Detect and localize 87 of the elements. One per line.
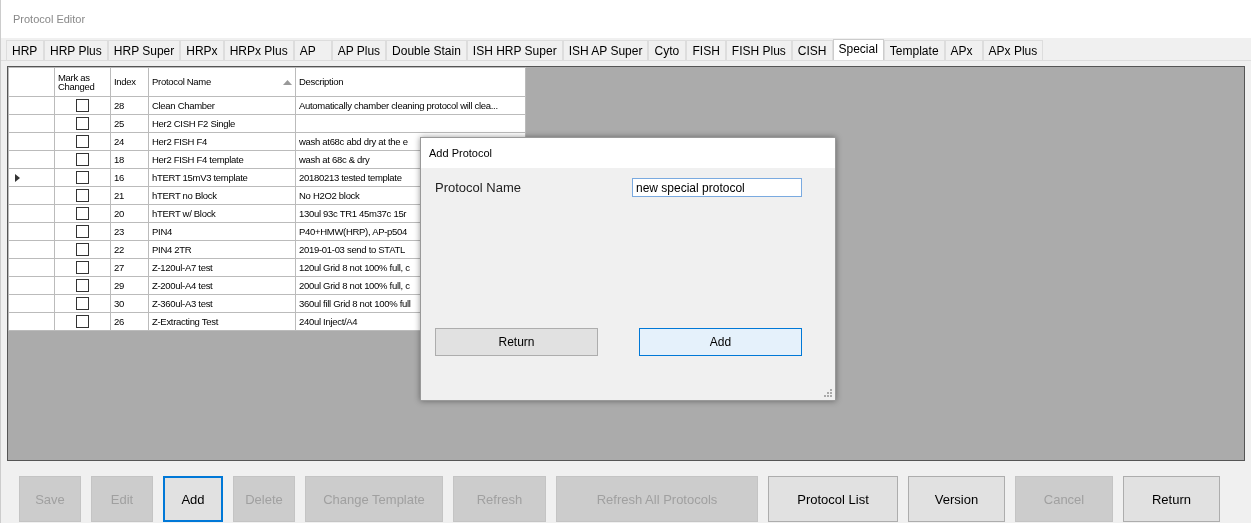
- tab[interactable]: ISH HRP Super: [466, 40, 563, 60]
- toolbar-button[interactable]: Return: [1123, 476, 1220, 522]
- table-cell: No H2O2 block: [299, 190, 360, 201]
- table-cell: 16: [110, 168, 149, 187]
- table-cell: 130ul 93c TR1 45m37c 15r: [299, 208, 407, 219]
- checkbox[interactable]: [76, 315, 89, 328]
- checkbox[interactable]: [76, 135, 89, 148]
- column-header[interactable]: Description: [295, 67, 526, 97]
- table-cell: 360ul fill Grid 8 not 100% full: [299, 298, 411, 309]
- table-cell: hTERT no Block: [148, 186, 296, 205]
- tab[interactable]: ISH AP Super: [562, 40, 649, 60]
- table-cell: Her2 FISH F4: [148, 132, 296, 151]
- tab[interactable]: CISH: [791, 40, 833, 60]
- table-cell: 2019-01-03 send to STATL: [299, 244, 405, 255]
- table-cell: PIN4 2TR: [148, 240, 296, 259]
- column-header[interactable]: Index: [110, 67, 149, 97]
- checkbox[interactable]: [76, 261, 89, 274]
- table-cell: 240ul Inject/A4: [299, 316, 358, 327]
- tab[interactable]: AP: [293, 40, 332, 60]
- tab[interactable]: HRPx: [180, 40, 224, 60]
- table-cell: Her2 FISH F4 template: [148, 150, 296, 169]
- table-cell: Automatically chamber cleaning protocol will clea...: [299, 100, 498, 111]
- table-cell: 20180213 tested template: [299, 172, 402, 183]
- table-cell: P40+HMW(HRP), AP-p504: [299, 226, 407, 237]
- field-label: Protocol Name: [435, 180, 521, 195]
- table-cell: 27: [110, 258, 149, 277]
- tab[interactable]: FISH: [686, 40, 726, 60]
- table-cell: Z-120ul-A7 test: [148, 258, 296, 277]
- row-header[interactable]: [8, 168, 55, 187]
- table-cell: 28: [110, 96, 149, 115]
- dialog-title: Add Protocol: [429, 147, 492, 159]
- resize-grip-icon: [824, 389, 832, 397]
- dialog-button[interactable]: Add: [639, 328, 802, 356]
- checkbox[interactable]: [76, 117, 89, 130]
- table-cell: wash at 68c & dry: [299, 154, 370, 165]
- tab[interactable]: HRP Plus: [44, 40, 108, 60]
- table-cell: PIN4: [148, 222, 296, 241]
- tab[interactable]: FISH Plus: [725, 40, 792, 60]
- table-cell: 21: [110, 186, 149, 205]
- table-cell: Z-200ul-A4 test: [148, 276, 296, 295]
- checkbox[interactable]: [76, 207, 89, 220]
- tab[interactable]: Template: [883, 40, 945, 60]
- table-cell: hTERT w/ Block: [148, 204, 296, 223]
- column-header[interactable]: Protocol Name: [148, 67, 296, 97]
- table-cell: Z-360ul-A3 test: [148, 294, 296, 313]
- checkbox[interactable]: [76, 171, 89, 184]
- tab[interactable]: HRPx Plus: [223, 40, 294, 60]
- tab[interactable]: APx Plus: [982, 40, 1044, 60]
- table-cell: Z-Extracting Test: [148, 312, 296, 331]
- table-cell: 18: [110, 150, 149, 169]
- checkbox[interactable]: [76, 225, 89, 238]
- toolbar-button[interactable]: Add: [163, 476, 223, 522]
- tab[interactable]: APx: [944, 40, 983, 60]
- checkbox[interactable]: [76, 153, 89, 166]
- table-cell: hTERT 15mV3 template: [148, 168, 296, 187]
- table-cell: 22: [110, 240, 149, 259]
- checkbox[interactable]: [76, 243, 89, 256]
- checkbox[interactable]: [76, 189, 89, 202]
- table-cell: 20: [110, 204, 149, 223]
- table-cell: wash at68c abd dry at the e: [299, 136, 408, 147]
- tab[interactable]: HRP Super: [107, 40, 181, 60]
- table-cell: 23: [110, 222, 149, 241]
- table-cell: 120ul Grid 8 not 100% full, c: [299, 262, 410, 273]
- table-cell: 200ul Grid 8 not 100% full, c: [299, 280, 410, 291]
- sort-icon: [283, 79, 292, 85]
- table-cell: 30: [110, 294, 149, 313]
- tab[interactable]: Double Stain: [386, 40, 467, 60]
- table-cell: 26: [110, 312, 149, 331]
- toolbar-button[interactable]: Protocol List: [768, 476, 898, 522]
- window-title: Protocol Editor: [13, 13, 86, 25]
- input-field[interactable]: new special protocol: [632, 178, 802, 197]
- checkbox[interactable]: [76, 99, 89, 112]
- dialog-button[interactable]: Return: [435, 328, 598, 356]
- checkbox[interactable]: [76, 297, 89, 310]
- column-header[interactable]: Mark as Changed: [54, 67, 111, 97]
- table-cell: 25: [110, 114, 149, 133]
- tab[interactable]: AP Plus: [331, 40, 387, 60]
- corner-cell: [8, 67, 55, 97]
- table-cell: 24: [110, 132, 149, 151]
- checkbox[interactable]: [76, 279, 89, 292]
- toolbar-button[interactable]: Version: [908, 476, 1005, 522]
- tab[interactable]: Special: [832, 39, 884, 60]
- table-cell: 29: [110, 276, 149, 295]
- tab[interactable]: Cyto: [648, 40, 687, 60]
- table-cell: Her2 CISH F2 Single: [148, 114, 296, 133]
- tab[interactable]: HRP: [6, 40, 44, 60]
- table-cell: Clean Chamber: [148, 96, 296, 115]
